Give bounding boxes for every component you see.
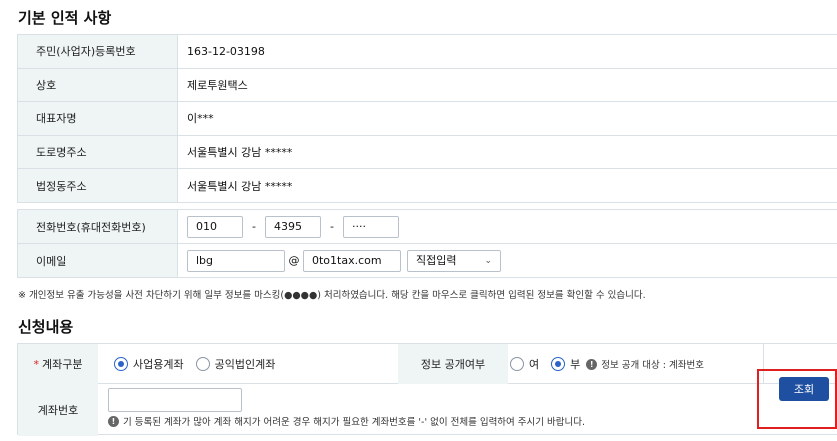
table-row: 주민(사업자)등록번호 163-12-03198 bbox=[17, 34, 837, 69]
disclose-info: ! 정보 공개 대상 : 계좌번호 bbox=[586, 357, 704, 371]
radio-public-account[interactable]: 공익법인계좌 bbox=[195, 356, 276, 372]
phone-fields: 010-4395- ···· bbox=[177, 209, 837, 244]
radio-label: 사업용계좌 bbox=[133, 358, 184, 371]
row-label: 상호 bbox=[17, 67, 178, 103]
email-domain-input[interactable]: 0to1tax.com bbox=[303, 249, 401, 272]
info-icon: ! bbox=[586, 358, 598, 370]
disclose-info-text: 정보 공개 대상 : 계좌번호 bbox=[601, 360, 704, 371]
acct-no-help: ! 기 등록된 계좌가 많아 계좌 해지가 어려운 경우 해지가 필요한 계좌번… bbox=[108, 414, 585, 428]
query-button[interactable]: 조회 bbox=[779, 377, 829, 401]
query-button-highlight: 조회 bbox=[757, 369, 837, 429]
radio-circle[interactable] bbox=[195, 357, 210, 371]
radio-circle-checked[interactable] bbox=[551, 357, 566, 371]
table-row: 법정동주소 서울특별시 강남 ***** bbox=[17, 168, 837, 203]
phone-input-3[interactable]: ···· bbox=[343, 215, 399, 238]
table-row: 이메일 lbg @0to1tax.com 직접입력 ⌄ bbox=[17, 243, 837, 278]
table-row: 대표자명 이*** bbox=[17, 101, 837, 136]
chevron-down-icon: ⌄ bbox=[484, 255, 492, 266]
masking-notice: ※ 개인정보 유출 가능성을 사전 차단하기 위해 일부 정보를 마스킹(●●●… bbox=[18, 290, 646, 301]
disclose-label: 정보 공개여부 bbox=[398, 344, 508, 384]
at-sign: @ bbox=[288, 254, 300, 267]
section-title-apply: 신청내용 bbox=[18, 318, 74, 336]
acct-no-help-text: 기 등록된 계좌가 많아 계좌 해지가 어려운 경우 해지가 필요한 계좌번호를… bbox=[123, 417, 586, 428]
section-title-basic: 기본 인적 사항 bbox=[18, 9, 112, 27]
apply-form: * 계좌구분 사업용계좌 공익법인계좌 정보 공개여부 여 부 ! 정보 공개 … bbox=[17, 343, 837, 436]
phone-label: 전화번호(휴대전화번호) bbox=[17, 209, 178, 244]
email-id-input[interactable]: lbg bbox=[187, 249, 285, 272]
email-domain-select[interactable]: 직접입력 ⌄ bbox=[407, 249, 501, 272]
radio-label: 여 bbox=[529, 358, 540, 371]
radio-business-account[interactable]: 사업용계좌 bbox=[114, 356, 184, 372]
radio-circle[interactable] bbox=[510, 357, 524, 371]
table-row: 상호 제로투원택스 bbox=[17, 67, 837, 103]
table-row: 도로명주소 서울특별시 강남 ***** bbox=[17, 134, 837, 170]
required-mark: * bbox=[33, 357, 40, 371]
contact-table: 전화번호(휴대전화번호) 010-4395- ···· 이메일 lbg @0to1t… bbox=[17, 209, 837, 278]
row-value[interactable]: 서울특별시 강남 ***** bbox=[177, 134, 837, 170]
basic-info-table: 주민(사업자)등록번호 163-12-03198 상호 제로투원택스 대표자명 … bbox=[17, 34, 837, 203]
radio-circle-checked[interactable] bbox=[114, 357, 128, 371]
acct-type-radios: 사업용계좌 공익법인계좌 bbox=[114, 344, 287, 384]
radio-disclose-no[interactable]: 부 bbox=[551, 356, 580, 372]
radio-label: 공익법인계좌 bbox=[214, 358, 276, 371]
row-value[interactable]: 이*** bbox=[177, 101, 837, 136]
radio-label: 부 bbox=[570, 358, 581, 371]
info-icon: ! bbox=[108, 415, 119, 427]
phone-input-2[interactable]: 4395 bbox=[265, 215, 321, 238]
select-value: 직접입력 bbox=[416, 253, 457, 267]
acct-type-label: * 계좌구분 bbox=[18, 344, 98, 384]
email-label: 이메일 bbox=[17, 243, 178, 278]
disclose-radios: 여 부 ! 정보 공개 대상 : 계좌번호 bbox=[510, 344, 704, 384]
radio-disclose-yes[interactable]: 여 bbox=[510, 356, 539, 372]
row-label: 대표자명 bbox=[17, 101, 178, 136]
dash: - bbox=[330, 220, 334, 233]
email-fields: lbg @0to1tax.com 직접입력 ⌄ bbox=[177, 243, 837, 278]
row-label: 법정동주소 bbox=[17, 168, 178, 203]
phone-input-1[interactable]: 010 bbox=[187, 215, 243, 238]
row-value: 제로투원택스 bbox=[177, 67, 837, 103]
acct-no-input[interactable] bbox=[108, 388, 242, 412]
acct-type-label-text: 계좌구분 bbox=[42, 358, 83, 371]
dash: - bbox=[252, 220, 256, 233]
row-value[interactable]: 서울특별시 강남 ***** bbox=[177, 168, 837, 203]
acct-no-label: 계좌번호 bbox=[18, 384, 98, 436]
row-label: 도로명주소 bbox=[17, 134, 178, 170]
row-label: 주민(사업자)등록번호 bbox=[17, 34, 178, 69]
row-value: 163-12-03198 bbox=[177, 34, 837, 69]
table-row: 전화번호(휴대전화번호) 010-4395- ···· bbox=[17, 209, 837, 244]
